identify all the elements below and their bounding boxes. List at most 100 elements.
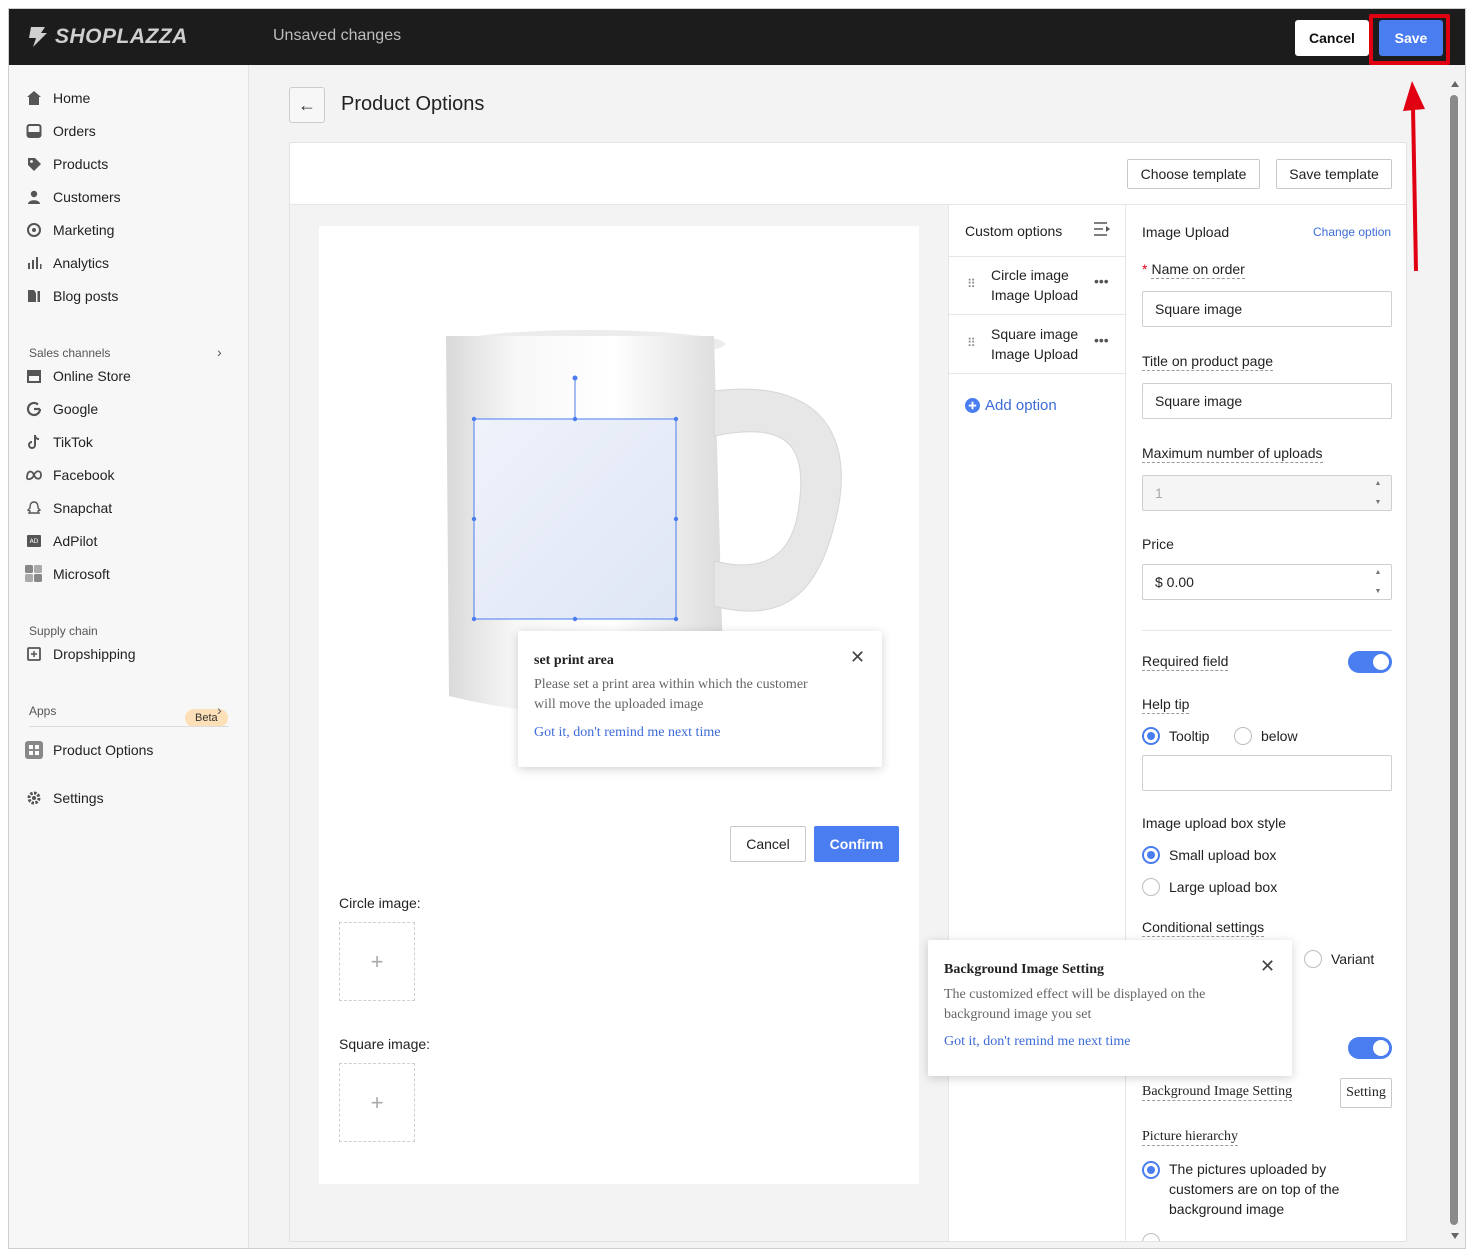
more-icon[interactable]: ••• bbox=[1094, 332, 1109, 348]
sidebar-divider bbox=[29, 726, 229, 727]
scroll-down-arrow[interactable] bbox=[1451, 1233, 1459, 1239]
sidebar-item-label: Customers bbox=[53, 189, 121, 205]
circle-image-upload[interactable]: + bbox=[339, 922, 415, 1001]
collapse-panel-icon[interactable] bbox=[1093, 221, 1111, 240]
background-setting-button[interactable]: Setting bbox=[1340, 1078, 1392, 1108]
popover-body-line: background image you set bbox=[944, 1007, 1092, 1022]
choose-template-button[interactable]: Choose template bbox=[1127, 159, 1260, 189]
option-item-circle[interactable]: ⠿ Circle image Image Upload ••• bbox=[949, 257, 1126, 315]
name-on-order-input[interactable]: Square image bbox=[1142, 291, 1392, 327]
help-tip-below-radio[interactable]: below bbox=[1234, 727, 1298, 745]
sidebar-item-label: Blog posts bbox=[53, 288, 119, 304]
back-button[interactable]: ← bbox=[289, 87, 325, 123]
sidebar-item-dropshipping[interactable]: Dropshipping bbox=[25, 645, 136, 663]
option-item-square[interactable]: ⠿ Square image Image Upload ••• bbox=[949, 316, 1126, 374]
sidebar-item-tiktok[interactable]: TikTok bbox=[25, 433, 93, 451]
option-type: Image Upload bbox=[991, 346, 1079, 362]
divider bbox=[1142, 630, 1392, 631]
drag-handle-icon[interactable]: ⠿ bbox=[967, 336, 976, 350]
radio-unselected bbox=[1234, 727, 1252, 745]
price-value: $ 0.00 bbox=[1155, 574, 1194, 590]
sidebar-item-home[interactable]: Home bbox=[25, 89, 90, 107]
sidebar-item-facebook[interactable]: Facebook bbox=[25, 466, 114, 484]
dismiss-link[interactable]: Got it, don't remind me next time bbox=[944, 1034, 1130, 1050]
popover-title: Background Image Setting bbox=[944, 962, 1104, 977]
chevron-up-icon[interactable]: ▲ bbox=[1375, 569, 1382, 576]
more-icon[interactable]: ••• bbox=[1094, 273, 1109, 289]
tiktok-icon bbox=[25, 433, 43, 451]
chevron-right-icon[interactable]: › bbox=[217, 702, 222, 718]
background-image-toggle[interactable] bbox=[1348, 1037, 1392, 1059]
background-image-setting-label: Background Image Setting bbox=[1142, 1084, 1293, 1101]
change-option-link[interactable]: Change option bbox=[1313, 225, 1391, 239]
sidebar-item-product-options[interactable]: Product Options bbox=[25, 741, 153, 759]
drag-handle-icon[interactable]: ⠿ bbox=[967, 277, 976, 291]
sidebar-item-analytics[interactable]: Analytics bbox=[25, 254, 109, 272]
sidebar-item-settings[interactable]: Settings bbox=[25, 789, 104, 807]
blog-icon bbox=[25, 287, 43, 305]
custom-options-heading: Custom options bbox=[965, 223, 1063, 239]
radio-label: Tooltip bbox=[1169, 728, 1210, 744]
page-scrollbar[interactable] bbox=[1449, 81, 1459, 1241]
sidebar-item-blog-posts[interactable]: Blog posts bbox=[25, 287, 118, 305]
page-title: Product Options bbox=[341, 93, 485, 115]
sales-channels-heading: Sales channels bbox=[29, 346, 111, 360]
close-icon[interactable]: ✕ bbox=[1260, 956, 1275, 977]
brand-logo[interactable]: SHOPLAZZA bbox=[27, 23, 188, 51]
sidebar-item-orders[interactable]: Orders bbox=[25, 122, 96, 140]
dismiss-link[interactable]: Got it, don't remind me next time bbox=[534, 725, 720, 741]
variant-radio[interactable]: Variant bbox=[1304, 950, 1374, 968]
main-content: ← Product Options Choose template Save t… bbox=[249, 65, 1447, 1248]
number-stepper[interactable]: ▲ ▼ bbox=[1371, 569, 1385, 595]
required-field-toggle[interactable] bbox=[1348, 651, 1392, 673]
radio-label: Large upload box bbox=[1169, 879, 1278, 895]
chevron-down-icon[interactable]: ▼ bbox=[1375, 499, 1382, 506]
help-tip-input[interactable] bbox=[1142, 755, 1392, 791]
hierarchy-bottom-radio[interactable] bbox=[1142, 1233, 1160, 1241]
sidebar-item-label: Facebook bbox=[53, 467, 115, 483]
radio-label: below bbox=[1261, 728, 1298, 744]
radio-selected bbox=[1142, 1161, 1160, 1179]
help-tip-tooltip-radio[interactable]: Tooltip bbox=[1142, 727, 1209, 745]
properties-title: Image Upload bbox=[1142, 224, 1230, 240]
help-tip-label: Help tip bbox=[1142, 696, 1190, 714]
sidebar-item-products[interactable]: Products bbox=[25, 155, 108, 173]
sidebar-item-microsoft[interactable]: Microsoft bbox=[25, 565, 110, 583]
add-option-button[interactable]: Add option bbox=[965, 397, 1057, 414]
sidebar-item-customers[interactable]: Customers bbox=[25, 188, 121, 206]
plus-icon: + bbox=[370, 948, 384, 974]
bg-setting-label-wrap: Background Image Setting bbox=[1142, 1084, 1293, 1101]
tag-icon bbox=[25, 155, 43, 173]
title-on-product-page-input[interactable]: Square image bbox=[1142, 383, 1392, 419]
close-icon[interactable]: ✕ bbox=[850, 647, 865, 668]
sidebar-item-online-store[interactable]: Online Store bbox=[25, 367, 131, 385]
scrollbar-thumb[interactable] bbox=[1450, 95, 1458, 1225]
chevron-right-icon[interactable]: › bbox=[217, 344, 222, 360]
number-stepper[interactable]: ▲ ▼ bbox=[1371, 480, 1385, 506]
sidebar-item-google[interactable]: Google bbox=[25, 400, 98, 418]
sidebar-item-marketing[interactable]: Marketing bbox=[25, 221, 114, 239]
required-mark: * bbox=[1142, 261, 1148, 277]
option-name: Circle image bbox=[991, 267, 1069, 283]
arrow-left-icon: ← bbox=[298, 94, 316, 115]
required-field-label: Required field bbox=[1142, 653, 1229, 671]
confirm-button[interactable]: Confirm bbox=[814, 826, 899, 862]
price-input[interactable]: $ 0.00 ▲ ▼ bbox=[1142, 564, 1392, 600]
small-upload-box-radio[interactable]: Small upload box bbox=[1142, 846, 1276, 864]
preview-cancel-button[interactable]: Cancel bbox=[730, 826, 806, 862]
sidebar-item-label: Microsoft bbox=[53, 566, 110, 582]
max-uploads-input[interactable]: 1 ▲ ▼ bbox=[1142, 475, 1392, 511]
chevron-down-icon[interactable]: ▼ bbox=[1375, 588, 1382, 595]
large-upload-box-radio[interactable]: Large upload box bbox=[1142, 878, 1277, 896]
scroll-up-arrow[interactable] bbox=[1451, 81, 1459, 87]
name-on-order-label: Name on order bbox=[1151, 261, 1245, 279]
sidebar-item-snapchat[interactable]: Snapchat bbox=[25, 499, 112, 517]
sidebar-item-adpilot[interactable]: AD AdPilot bbox=[25, 532, 97, 550]
hierarchy-top-radio[interactable]: The pictures uploaded by customers are o… bbox=[1142, 1161, 1339, 1219]
chevron-up-icon[interactable]: ▲ bbox=[1375, 480, 1382, 487]
square-image-upload[interactable]: + bbox=[339, 1063, 415, 1142]
sidebar-item-label: Orders bbox=[53, 123, 96, 139]
save-template-button[interactable]: Save template bbox=[1276, 159, 1392, 189]
topbar-cancel-button[interactable]: Cancel bbox=[1295, 20, 1369, 56]
sidebar-item-label: Marketing bbox=[53, 222, 115, 238]
